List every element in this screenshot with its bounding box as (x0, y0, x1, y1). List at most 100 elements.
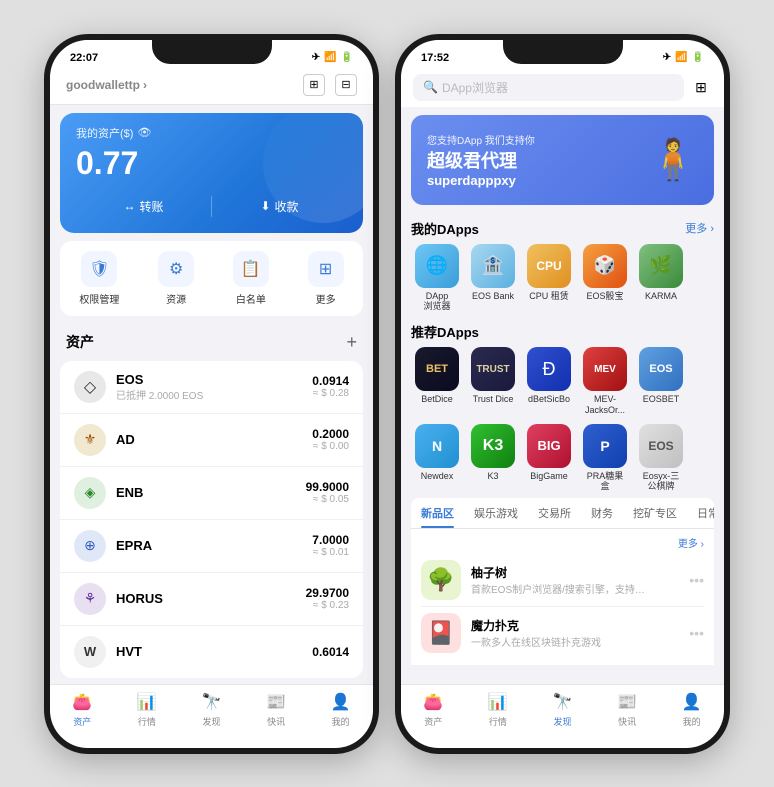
asset-hvt[interactable]: W HVT 0.6014 (60, 626, 363, 678)
asset-epra[interactable]: ⊕ EPRA 7.0000 ≈ $ 0.01 (60, 520, 363, 573)
dapp-search-input[interactable]: 🔍 DApp浏览器 (413, 74, 684, 101)
nav-assets[interactable]: 👛 资产 (50, 691, 115, 728)
nav2-discover-label: 发现 (553, 715, 571, 728)
asset-ad[interactable]: ⚜ AD 0.2000 ≈ $ 0.00 (60, 414, 363, 467)
dapp-karma[interactable]: 🌿 KARMA (635, 244, 687, 313)
dapp-karma-label: KARMA (645, 291, 677, 302)
screen-wallet: 22:07 ✈ 📶 🔋 goodwallettp › ⊞ ⊟ (50, 40, 373, 748)
nav-news-icon: 📰 (265, 691, 287, 713)
nav-market-label: 行情 (138, 715, 156, 728)
wallet-name[interactable]: goodwallettp › (66, 78, 147, 92)
nav2-profile[interactable]: 👤 我的 (659, 691, 724, 728)
dapp-eosbank[interactable]: 🏦 EOS Bank (467, 244, 519, 313)
nav-assets-label: 资产 (73, 715, 91, 728)
poker-menu[interactable]: ••• (689, 625, 704, 641)
search-placeholder: DApp浏览器 (442, 79, 508, 96)
new-apps-more[interactable]: 更多 › (678, 535, 704, 550)
nav-assets-icon: 👛 (71, 691, 93, 713)
search-icon: 🔍 (423, 80, 438, 94)
nav2-news-icon: 📰 (616, 691, 638, 713)
promo-banner[interactable]: 您支持DApp 我们支持你 超级君代理 superdapppxy 🧍 (411, 115, 714, 205)
nav2-news[interactable]: 📰 快讯 (595, 691, 660, 728)
nav2-market[interactable]: 📊 行情 (466, 691, 531, 728)
whitelist-label: 白名单 (236, 291, 266, 306)
nav2-profile-icon: 👤 (681, 691, 703, 713)
rec-dapps-row1: BET BetDice TRUST Trust Dice Ð dBetSicBo (411, 347, 714, 416)
nav-profile-label: 我的 (332, 715, 350, 728)
nav-profile-icon: 👤 (330, 691, 352, 713)
enb-usd: ≈ $ 0.05 (306, 494, 349, 505)
enb-info: ENB (116, 485, 296, 500)
battery-icon-2: 🔋 (692, 52, 704, 63)
hvt-info: HVT (116, 644, 302, 659)
dapp-dbetsicbo[interactable]: Ð dBetSicBo (523, 347, 575, 416)
dapp-eosbet[interactable]: EOS EOSBET (635, 347, 687, 416)
dapp-k3[interactable]: K3 K3 (467, 424, 519, 493)
dapp-newdex-label: Newdex (421, 471, 454, 482)
nav2-discover[interactable]: 🔭 发现 (530, 691, 595, 728)
notch-2 (503, 40, 623, 64)
tab-entertainment[interactable]: 娱乐游戏 (464, 498, 528, 528)
status-icons-1: ✈ 📶 🔋 (312, 52, 353, 63)
asset-horus[interactable]: ⚘ HORUS 29.9700 ≈ $ 0.23 (60, 573, 363, 626)
hvt-icon: W (74, 636, 106, 668)
add-asset-button[interactable]: + (346, 332, 357, 353)
screen-dapp: 17:52 ✈ 📶 🔋 🔍 DApp浏览器 ⊞ (401, 40, 724, 748)
dapp-pra-label: PRA糖果盒 (587, 471, 624, 493)
epra-value: 7.0000 ≈ $ 0.01 (312, 533, 349, 558)
wallet-switch-icon[interactable]: ⊟ (335, 74, 357, 96)
dapp-pra[interactable]: P PRA糖果盒 (579, 424, 631, 493)
time-1: 22:07 (70, 52, 98, 64)
tab-daily[interactable]: 日常工... (687, 498, 714, 528)
dapp-newdex[interactable]: N Newdex (411, 424, 463, 493)
nav-news[interactable]: 📰 快讯 (244, 691, 309, 728)
new-app-yuzushu[interactable]: 🌳 柚子树 首款EOS制户浏览器/搜索引擎，支持接关... ••• (421, 554, 704, 607)
dapp-eosbet-icon: EOS (639, 347, 683, 391)
banner-title2: superdapppxy (427, 173, 535, 188)
quick-action-permission[interactable]: 🛡 权限管理 (79, 251, 119, 306)
eye-icon[interactable]: 👁 (137, 126, 151, 139)
tab-exchange[interactable]: 交易所 (528, 498, 581, 528)
nav-discover[interactable]: 🔭 发现 (179, 691, 244, 728)
new-app-poker[interactable]: 🎴 魔力扑克 一款多人在线区块链扑克游戏 ••• (421, 607, 704, 659)
qr-scan-icon[interactable]: ⊞ (303, 74, 325, 96)
enb-value: 99.9000 ≈ $ 0.05 (306, 480, 349, 505)
enb-name: ENB (116, 485, 296, 500)
my-dapps-more[interactable]: 更多 › (685, 220, 714, 236)
nav2-assets[interactable]: 👛 资产 (401, 691, 466, 728)
quick-actions: 🛡 权限管理 ⚙ 资源 📋 白名单 ⊞ 更多 (60, 241, 363, 316)
dapp-cpu-label: CPU 租赁 (529, 291, 569, 302)
balance-card: 我的资产($) 👁 0.77 ↔ 转账 ⬇ 收款 (60, 113, 363, 233)
quick-action-resource[interactable]: ⚙ 资源 (158, 251, 194, 306)
asset-eos[interactable]: ◇ EOS 已抵押 2.0000 EOS 0.0914 ≈ $ 0.28 (60, 361, 363, 414)
tab-new[interactable]: 新品区 (411, 498, 464, 528)
scan-icon-2[interactable]: ⊞ (690, 76, 712, 98)
time-2: 17:52 (421, 52, 449, 64)
dapp-browser[interactable]: 🌐 DApp浏览器 (411, 244, 463, 313)
yuzushu-name: 柚子树 (471, 564, 679, 581)
asset-enb[interactable]: ◈ ENB 99.9000 ≈ $ 0.05 (60, 467, 363, 520)
transfer-button[interactable]: ↔ 转账 (76, 192, 211, 221)
nav-profile[interactable]: 👤 我的 (308, 691, 373, 728)
yuzushu-menu[interactable]: ••• (689, 572, 704, 588)
dapp-eosbank-label: EOS Bank (472, 291, 514, 302)
phone-wallet: 22:07 ✈ 📶 🔋 goodwallettp › ⊞ ⊟ (44, 34, 379, 754)
dapp-browser-icon: 🌐 (415, 244, 459, 288)
quick-action-whitelist[interactable]: 📋 白名单 (233, 251, 269, 306)
dapp-cpu[interactable]: CPU CPU 租赁 (523, 244, 575, 313)
dapp-trustdice[interactable]: TRUST Trust Dice (467, 347, 519, 416)
dapp-mev-icon: MEV (583, 347, 627, 391)
dapp-eossibo[interactable]: 🎲 EOS骰宝 (579, 244, 631, 313)
nav-market[interactable]: 📊 行情 (115, 691, 180, 728)
dapp-biggame[interactable]: BIG BigGame (523, 424, 575, 493)
dapp-betdice[interactable]: BET BetDice (411, 347, 463, 416)
tab-mining[interactable]: 挖矿专区 (623, 498, 687, 528)
tab-finance[interactable]: 财务 (581, 498, 623, 528)
banner-text: 您支持DApp 我们支持你 超级君代理 superdapppxy (427, 132, 535, 188)
status-icons-2: ✈ 📶 🔋 (663, 52, 704, 63)
quick-action-more[interactable]: ⊞ 更多 (308, 251, 344, 306)
new-apps-list: 更多 › 🌳 柚子树 首款EOS制户浏览器/搜索引擎，支持接关... ••• 🎴 (411, 529, 714, 665)
dapp-eosyx[interactable]: EOS Eosyx-三公棋牌 (635, 424, 687, 493)
dapp-mev[interactable]: MEV MEV-JacksOr... (579, 347, 631, 416)
eos-value: 0.0914 ≈ $ 0.28 (312, 374, 349, 399)
